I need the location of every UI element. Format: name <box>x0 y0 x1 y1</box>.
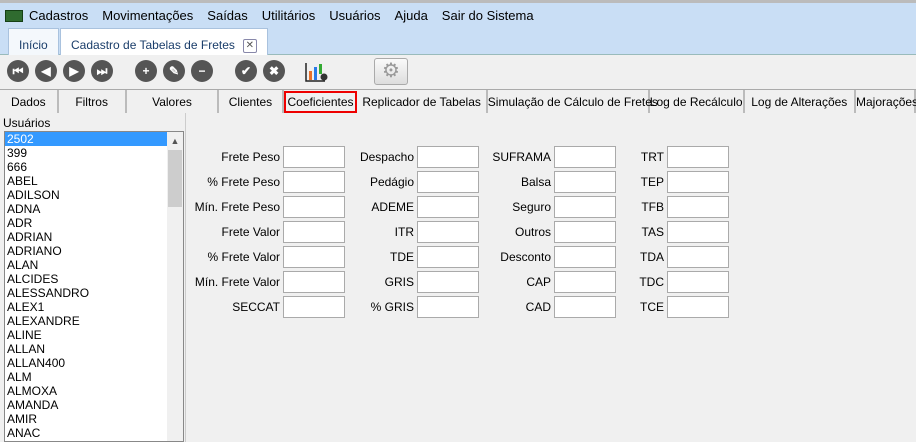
field-label: TEP <box>640 175 664 189</box>
field-label: Mín. Frete Peso <box>194 200 280 214</box>
users-panel: Usuários 2502 399 666 ABEL ADILSON ADNA ADR ADR… <box>0 113 186 442</box>
first-record-button[interactable]: ⏮ <box>7 60 29 82</box>
list-item[interactable]: ALEX1 <box>5 300 169 314</box>
menu-item[interactable]: Movimentações <box>102 8 193 23</box>
field-label: SECCAT <box>232 300 280 314</box>
field-label: SUFRAMA <box>492 150 551 164</box>
list-item[interactable]: ALCIDES <box>5 272 169 286</box>
menu-item[interactable]: Ajuda <box>395 8 428 23</box>
field-label: TDE <box>390 250 414 264</box>
tab-valores[interactable]: Valores <box>127 90 220 113</box>
list-item[interactable]: AMIR <box>5 412 169 426</box>
users-list[interactable]: 2502 399 666 ABEL ADILSON ADNA ADR ADRIAN ADRIAN… <box>4 131 184 442</box>
list-item[interactable]: ADNA <box>5 202 169 216</box>
tab-log-de-rec-lculo[interactable]: Log de Recálculo <box>650 90 745 113</box>
tab-log-de-altera-es[interactable]: Log de Alterações <box>745 90 857 113</box>
list-item[interactable]: ABEL <box>5 174 169 188</box>
tab-simula-o-de-c-lculo-de-fretes[interactable]: Simulação de Cálculo de Fretes <box>488 90 658 113</box>
field-label: Balsa <box>520 175 551 189</box>
field-label: % Frete Valor <box>207 250 280 264</box>
doc-tab-cadastro[interactable]: Cadastro de Tabelas de Fretes ✕ <box>60 28 268 55</box>
field-label: Frete Peso <box>221 150 280 164</box>
field-label: Outros <box>514 225 551 239</box>
field-label: TFB <box>641 200 664 214</box>
list-item[interactable]: ALMOXA <box>5 384 169 398</box>
scroll-up-icon[interactable]: ▲ <box>167 132 183 150</box>
last-record-button[interactable]: ⏭ <box>91 60 113 82</box>
list-item[interactable]: ALLAN <box>5 342 169 356</box>
menu-item[interactable]: Utilitários <box>262 8 315 23</box>
field-label: % GRIS <box>370 300 414 314</box>
field-label: TDC <box>639 275 664 289</box>
field-label: ADEME <box>371 200 414 214</box>
list-item[interactable]: AMANDA <box>5 398 169 412</box>
field-label: TRT <box>640 150 664 164</box>
field-label: TCE <box>640 300 664 314</box>
list-item[interactable]: ADRIANO <box>5 244 169 258</box>
menu-item[interactable]: Usuários <box>329 8 380 23</box>
menu-bar: Cadastros Movimentações Saídas Utilitários U… <box>0 0 916 28</box>
menu-item[interactable]: Cadastros <box>29 8 88 23</box>
field-label: ITR <box>394 225 414 239</box>
trt-input[interactable] <box>667 146 729 168</box>
field-label: Pedágio <box>369 175 414 189</box>
list-item[interactable]: ANAC <box>5 426 169 440</box>
add-button[interactable]: + <box>135 60 157 82</box>
toolbar: ⏮ ◀ ▶ ⏭ + ✎ − ✔ ✖ ⚙ <box>0 55 916 89</box>
list-item[interactable]: 399 <box>5 146 169 160</box>
section-tabs: Dados Filtros Valores Clientes Coeficientes R… <box>0 89 916 113</box>
tab-filtros[interactable]: Filtros <box>59 90 127 113</box>
confirm-button[interactable]: ✔ <box>235 60 257 82</box>
tab-coeficientes[interactable]: Coeficientes <box>283 91 358 113</box>
list-item[interactable]: ADR <box>5 216 169 230</box>
previous-record-button[interactable]: ◀ <box>35 60 57 82</box>
settings-button[interactable]: ⚙ <box>374 58 408 85</box>
tep-input[interactable] <box>667 171 729 193</box>
list-item[interactable]: ADRIAN <box>5 230 169 244</box>
tab-majora-es[interactable]: Majorações <box>856 90 916 113</box>
tdc-input[interactable] <box>667 271 729 293</box>
list-item[interactable]: ALEXANDRE <box>5 314 169 328</box>
tab-replicador-de-tabelas[interactable]: Replicador de Tabelas <box>357 90 488 113</box>
list-item[interactable]: ALAN <box>5 258 169 272</box>
doc-tab-inicio[interactable]: Início <box>8 28 59 55</box>
field-label: Mín. Frete Valor <box>194 275 280 289</box>
field-label: Frete Valor <box>221 225 280 239</box>
list-item[interactable]: ALESSANDRO <box>5 286 169 300</box>
menu-item[interactable]: Saídas <box>207 8 247 23</box>
app-logo-icon <box>5 9 23 22</box>
edit-button[interactable]: ✎ <box>163 60 185 82</box>
users-label: Usuários <box>3 116 51 130</box>
next-record-button[interactable]: ▶ <box>63 60 85 82</box>
list-item[interactable]: 2502 <box>5 132 169 146</box>
tfb-input[interactable] <box>667 196 729 218</box>
field-label: CAP <box>526 275 551 289</box>
field-label: Seguro <box>512 200 551 214</box>
tce-input[interactable] <box>667 296 729 318</box>
field-label: Desconto <box>500 250 551 264</box>
list-item[interactable]: 666 <box>5 160 169 174</box>
field-label: TAS <box>641 225 664 239</box>
cancel-button[interactable]: ✖ <box>263 60 285 82</box>
menu-item[interactable]: Sair do Sistema <box>442 8 534 23</box>
doc-tab-label: Cadastro de Tabelas de Fretes <box>71 38 235 52</box>
list-item[interactable]: ALLAN400 <box>5 356 169 370</box>
field-label: % Frete Peso <box>207 175 280 189</box>
field-label: TDA <box>640 250 664 264</box>
field-label: CAD <box>525 300 551 314</box>
tda-input[interactable] <box>667 246 729 268</box>
list-item[interactable]: ADILSON <box>5 188 169 202</box>
tas-input[interactable] <box>667 221 729 243</box>
tab-clientes[interactable]: Clientes <box>219 90 284 113</box>
document-tabs: Início Cadastro de Tabelas de Fretes ✕ <box>0 28 916 55</box>
list-item[interactable]: ALM <box>5 370 169 384</box>
chart-settings-icon[interactable] <box>305 62 329 82</box>
field-label: GRIS <box>384 275 414 289</box>
tab-dados[interactable]: Dados <box>0 90 59 113</box>
list-item[interactable]: ALINE <box>5 328 169 342</box>
doc-tab-label: Início <box>19 38 48 52</box>
field-label: Despacho <box>359 150 414 164</box>
remove-button[interactable]: − <box>191 60 213 82</box>
close-icon[interactable]: ✕ <box>242 38 257 53</box>
